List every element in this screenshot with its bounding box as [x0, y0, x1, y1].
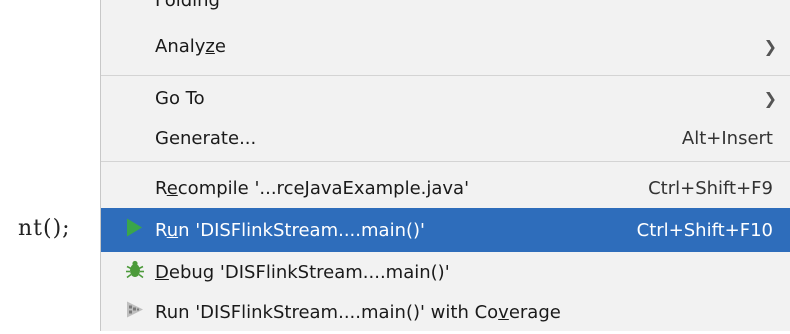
- menu-item-label: Debug 'DISFlinkStream....main()': [155, 261, 450, 283]
- coverage-icon: [125, 301, 145, 324]
- context-menu: Folding Analyze ❯ Go To ❯ Generate... Al…: [100, 0, 790, 331]
- chevron-right-icon: ❯: [763, 88, 777, 108]
- menu-separator: [101, 161, 790, 162]
- menu-item-label: Run 'DISFlinkStream....main()' with Cove…: [155, 301, 561, 323]
- menu-item-label: Run 'DISFlinkStream....main()': [155, 219, 425, 241]
- menu-item-shortcut: Ctrl+Shift+F9: [648, 177, 773, 199]
- menu-item-goto[interactable]: Go To ❯: [101, 76, 790, 120]
- menu-item-recompile[interactable]: Recompile '...rceJavaExample.java' Ctrl+…: [101, 166, 790, 210]
- menu-item-label: Analyze: [155, 35, 226, 57]
- run-icon: [125, 218, 143, 243]
- menu-item-shortcut: Ctrl+Shift+F10: [636, 219, 773, 241]
- menu-item-folding-partial[interactable]: Folding: [155, 0, 220, 11]
- menu-item-generate[interactable]: Generate... Alt+Insert: [101, 116, 790, 160]
- chevron-right-icon: ❯: [763, 36, 777, 56]
- debug-bug-icon: [125, 260, 145, 285]
- editor-area: nt();: [0, 0, 100, 331]
- menu-item-shortcut: Alt+Insert: [681, 127, 773, 149]
- menu-item-label: Go To: [155, 87, 205, 109]
- menu-item-analyze[interactable]: Analyze ❯: [101, 24, 790, 68]
- menu-item-debug[interactable]: Debug 'DISFlinkStream....main()': [101, 250, 790, 294]
- menu-item-label: Generate...: [155, 127, 257, 149]
- menu-item-label: Recompile '...rceJavaExample.java': [155, 177, 470, 199]
- menu-item-run[interactable]: Run 'DISFlinkStream....main()' Ctrl+Shif…: [101, 208, 790, 252]
- code-fragment: nt();: [18, 216, 71, 241]
- menu-item-run-with-coverage[interactable]: Run 'DISFlinkStream....main()' with Cove…: [101, 290, 790, 334]
